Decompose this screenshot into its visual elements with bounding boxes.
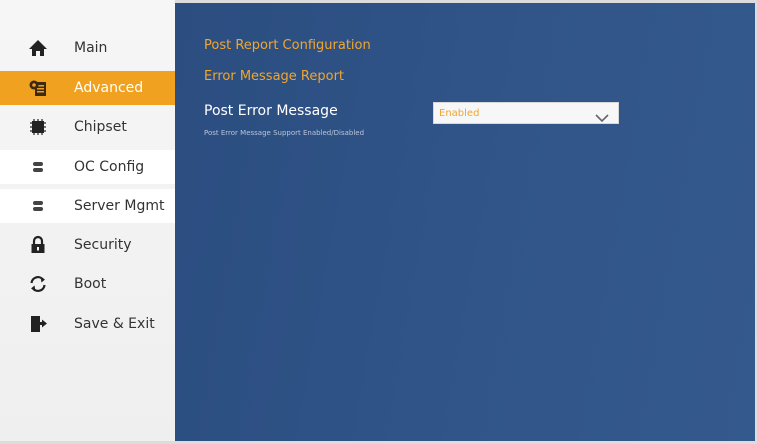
sidebar-item-save-exit[interactable]: Save & Exit bbox=[0, 307, 175, 341]
sidebar-item-oc-config[interactable]: OC Config bbox=[0, 150, 175, 184]
sidebar-item-chipset[interactable]: Chipset bbox=[0, 110, 175, 144]
gear-doc-icon bbox=[26, 76, 50, 100]
setting-help-text: Post Error Message Support Enabled/Disab… bbox=[204, 129, 365, 137]
sidebar-item-label: Server Mgmt bbox=[74, 198, 165, 214]
main-panel: Post Report Configuration Error Message … bbox=[175, 3, 755, 441]
bios-window: Main Advanced Chipset OC Config Server M… bbox=[0, 0, 757, 444]
sidebar-item-security[interactable]: Security bbox=[0, 228, 175, 262]
subsection-title: Error Message Report bbox=[204, 69, 345, 84]
sidebar-item-boot[interactable]: Boot bbox=[0, 267, 175, 301]
home-icon bbox=[26, 36, 50, 60]
chevron-down-icon bbox=[594, 108, 610, 123]
sidebar-item-label: Main bbox=[74, 40, 108, 56]
toggle-icon bbox=[26, 194, 50, 218]
lock-icon bbox=[26, 233, 50, 257]
chip-icon bbox=[26, 115, 50, 139]
sidebar-item-main[interactable]: Main bbox=[0, 31, 175, 65]
select-value: Enabled bbox=[439, 107, 480, 119]
sidebar-item-label: OC Config bbox=[74, 159, 145, 175]
sidebar-item-label: Advanced bbox=[74, 80, 144, 96]
post-error-message-select[interactable]: Enabled bbox=[433, 102, 619, 124]
sidebar: Main Advanced Chipset OC Config Server M… bbox=[0, 0, 175, 444]
sidebar-item-label: Save & Exit bbox=[74, 316, 155, 332]
sidebar-item-server-mgmt[interactable]: Server Mgmt bbox=[0, 189, 175, 223]
section-title: Post Report Configuration bbox=[204, 38, 371, 53]
sidebar-item-label: Security bbox=[74, 237, 132, 253]
sidebar-item-label: Chipset bbox=[74, 119, 127, 135]
exit-icon bbox=[26, 312, 50, 336]
toggle-icon bbox=[26, 155, 50, 179]
refresh-icon bbox=[26, 272, 50, 296]
setting-label: Post Error Message bbox=[204, 103, 338, 119]
sidebar-item-advanced[interactable]: Advanced bbox=[0, 71, 175, 105]
sidebar-item-label: Boot bbox=[74, 276, 107, 292]
